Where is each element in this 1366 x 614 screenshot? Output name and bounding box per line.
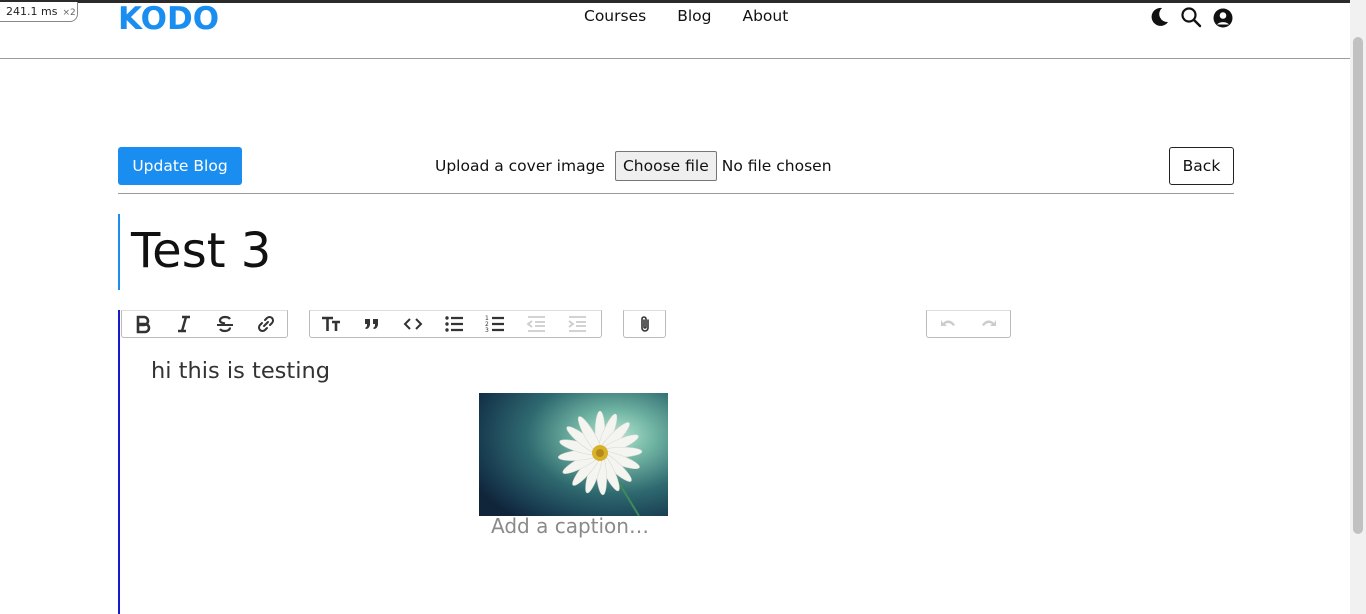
scrollbar-thumb[interactable]	[1353, 37, 1363, 534]
page-scrollbar[interactable]	[1350, 0, 1366, 614]
nav-courses[interactable]: Courses	[584, 7, 646, 25]
bullet-list-icon[interactable]	[433, 310, 474, 338]
back-button[interactable]: Back	[1169, 147, 1234, 185]
redo-icon[interactable]	[968, 310, 1009, 338]
numbered-list-icon[interactable]: 123	[474, 310, 515, 338]
perf-overlay: 241.1 ms ×2	[0, 2, 78, 22]
header-divider	[0, 58, 1350, 59]
file-status: No file chosen	[721, 157, 832, 175]
choose-file-button[interactable]: Choose file	[614, 151, 717, 181]
moon-icon[interactable]	[1148, 6, 1170, 28]
attach-icon[interactable]	[624, 310, 665, 338]
update-blog-button[interactable]: Update Blog	[118, 147, 242, 185]
user-account-icon[interactable]	[1212, 6, 1234, 28]
brand-logo[interactable]: KODO	[118, 1, 220, 37]
nav-about[interactable]: About	[742, 7, 788, 25]
main-nav: Courses Blog About	[584, 7, 788, 25]
nav-blog[interactable]: Blog	[677, 7, 711, 25]
post-title[interactable]: Test 3	[120, 214, 271, 288]
link-icon[interactable]	[245, 310, 286, 338]
decrease-indent-icon[interactable]	[515, 310, 556, 338]
upload-label: Upload a cover image	[435, 157, 605, 175]
svg-text:3: 3	[485, 327, 489, 334]
history-toolbar	[926, 310, 1011, 338]
logo-text: KODO	[118, 1, 220, 37]
editor-body-text[interactable]: hi this is testing	[151, 358, 330, 384]
undo-icon[interactable]	[927, 310, 968, 338]
italic-icon[interactable]	[163, 310, 204, 338]
search-icon[interactable]	[1180, 6, 1202, 28]
perf-time: 241.1 ms	[6, 5, 58, 18]
cover-upload: Upload a cover image Choose file No file…	[435, 151, 832, 181]
title-field[interactable]: Test 3	[118, 214, 271, 290]
toolbar-divider	[118, 193, 1234, 194]
increase-indent-icon[interactable]	[556, 310, 597, 338]
attach-toolbar	[623, 310, 666, 338]
perf-multiplier: ×2	[62, 8, 76, 18]
code-icon[interactable]	[392, 310, 433, 338]
text-format-toolbar	[121, 310, 288, 338]
daisy-image	[479, 393, 668, 516]
embedded-image[interactable]	[479, 393, 668, 516]
heading-icon[interactable]	[310, 310, 351, 338]
bold-icon[interactable]	[122, 310, 163, 338]
caption-input[interactable]: Add a caption…	[491, 514, 649, 538]
quote-icon[interactable]	[351, 310, 392, 338]
block-format-toolbar: 123	[309, 310, 602, 338]
strikethrough-icon[interactable]	[204, 310, 245, 338]
header-icons	[1148, 6, 1234, 28]
editor-focus-border	[118, 310, 120, 614]
